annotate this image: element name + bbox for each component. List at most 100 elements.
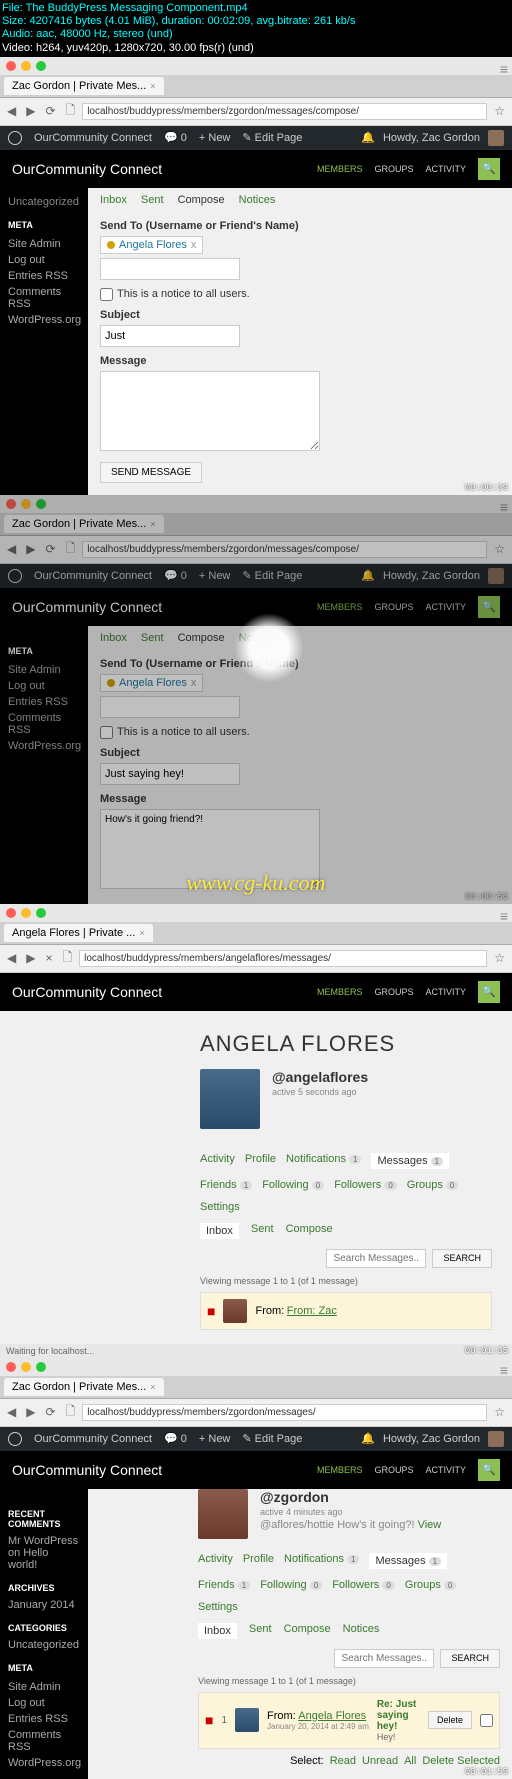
- profile-avatar[interactable]: [200, 1069, 260, 1129]
- sidebar-item[interactable]: WordPress.org: [8, 1755, 80, 1771]
- send-button[interactable]: SEND MESSAGE: [100, 462, 202, 483]
- pnav-following[interactable]: Following 0: [260, 1579, 322, 1591]
- bookmark-icon[interactable]: ☆: [491, 1405, 508, 1419]
- new-link[interactable]: + New: [199, 132, 231, 144]
- howdy[interactable]: Howdy, Zac Gordon: [383, 1433, 480, 1445]
- pnav-following[interactable]: Following 0: [262, 1179, 324, 1191]
- search-icon[interactable]: 🔍: [478, 596, 500, 618]
- message-textarea[interactable]: How's it going friend?!: [100, 809, 320, 889]
- pnav-messages[interactable]: Messages 1: [371, 1153, 449, 1169]
- maximize-window[interactable]: [36, 1362, 46, 1372]
- select-unread[interactable]: Unread: [362, 1755, 398, 1767]
- nav-groups[interactable]: GROUPS: [374, 602, 413, 612]
- forward-button[interactable]: ▶: [23, 104, 38, 118]
- minimize-window[interactable]: [21, 61, 31, 71]
- tab-compose[interactable]: Compose: [284, 1623, 331, 1639]
- site-link[interactable]: OurCommunity Connect: [34, 570, 152, 582]
- howdy[interactable]: Howdy, Zac Gordon: [383, 570, 480, 582]
- menu-icon[interactable]: ≡: [500, 908, 508, 924]
- nav-activity[interactable]: ACTIVITY: [425, 164, 466, 174]
- recent-comment[interactable]: Mr WordPress on Hello world!: [8, 1535, 80, 1571]
- site-title[interactable]: OurCommunity Connect: [12, 1462, 162, 1478]
- nav-members[interactable]: MEMBERS: [317, 164, 363, 174]
- pnav-settings[interactable]: Settings: [198, 1601, 238, 1613]
- tab-notices[interactable]: Notices: [239, 632, 276, 644]
- back-button[interactable]: ◀: [4, 951, 19, 965]
- forward-button[interactable]: ▶: [23, 951, 38, 965]
- tab-compose[interactable]: Compose: [178, 632, 225, 644]
- pnav-notifications[interactable]: Notifications 1: [286, 1153, 361, 1169]
- pnav-groups[interactable]: Groups 0: [405, 1579, 457, 1591]
- select-read[interactable]: Read: [330, 1755, 356, 1767]
- browser-tab[interactable]: Zac Gordon | Private Mes... ×: [4, 515, 164, 533]
- reload-button[interactable]: ⟳: [42, 104, 58, 118]
- message-row[interactable]: ■ 1 From: Angela Flores January 20, 2014…: [198, 1692, 500, 1749]
- select-checkbox[interactable]: [480, 1714, 493, 1727]
- sidebar-item[interactable]: Site Admin: [8, 1679, 80, 1695]
- pnav-friends[interactable]: Friends 1: [198, 1579, 250, 1591]
- site-title[interactable]: OurCommunity Connect: [12, 599, 162, 615]
- tab-notices[interactable]: Notices: [343, 1623, 380, 1639]
- sidebar-item[interactable]: Uncategorized: [8, 196, 80, 208]
- comments-icon[interactable]: 💬 0: [164, 131, 187, 144]
- edit-page-link[interactable]: ✎ Edit Page: [242, 131, 302, 144]
- wp-logo-icon[interactable]: [8, 569, 22, 583]
- pnav-messages[interactable]: Messages 1: [369, 1553, 447, 1569]
- view-link[interactable]: View: [418, 1519, 442, 1531]
- close-window[interactable]: [6, 499, 16, 509]
- comments-icon[interactable]: 💬 0: [164, 1432, 187, 1445]
- message-subject[interactable]: Re: Just saying hey!: [377, 1699, 420, 1732]
- notif-icon[interactable]: 🔔: [361, 1432, 375, 1445]
- avatar[interactable]: [488, 130, 504, 146]
- search-icon[interactable]: 🔍: [478, 981, 500, 1003]
- tab-inbox[interactable]: Inbox: [198, 1623, 237, 1639]
- site-link[interactable]: OurCommunity Connect: [34, 1433, 152, 1445]
- subject-input[interactable]: [100, 763, 240, 785]
- sidebar-item[interactable]: Site Admin: [8, 662, 80, 678]
- minimize-window[interactable]: [21, 499, 31, 509]
- pnav-activity[interactable]: Activity: [200, 1153, 235, 1169]
- pnav-followers[interactable]: Followers 0: [332, 1579, 395, 1591]
- sidebar-item[interactable]: Comments RSS: [8, 284, 80, 312]
- pnav-groups[interactable]: Groups 0: [407, 1179, 459, 1191]
- message-textarea[interactable]: [100, 371, 320, 451]
- new-link[interactable]: + New: [199, 570, 231, 582]
- nav-activity[interactable]: ACTIVITY: [425, 987, 466, 997]
- forward-button[interactable]: ▶: [23, 1405, 38, 1419]
- recipient-chip[interactable]: Angela Flores x: [100, 236, 203, 254]
- recipient-input[interactable]: [100, 258, 240, 280]
- menu-icon[interactable]: ≡: [500, 499, 508, 515]
- pnav-profile[interactable]: Profile: [243, 1553, 274, 1569]
- minimize-window[interactable]: [21, 1362, 31, 1372]
- wp-logo-icon[interactable]: [8, 131, 22, 145]
- search-button[interactable]: SEARCH: [432, 1249, 492, 1268]
- select-all[interactable]: All: [404, 1755, 416, 1767]
- sidebar-item[interactable]: Log out: [8, 252, 80, 268]
- recipient-input[interactable]: [100, 696, 240, 718]
- tab-inbox[interactable]: Inbox: [100, 194, 127, 206]
- site-title[interactable]: OurCommunity Connect: [12, 984, 162, 1000]
- nav-members[interactable]: MEMBERS: [317, 987, 363, 997]
- nav-members[interactable]: MEMBERS: [317, 1465, 363, 1475]
- back-button[interactable]: ◀: [4, 104, 19, 118]
- sidebar-item[interactable]: Log out: [8, 678, 80, 694]
- reload-button[interactable]: ⟳: [42, 542, 58, 556]
- close-window[interactable]: [6, 1362, 16, 1372]
- remove-recipient-icon[interactable]: x: [191, 677, 197, 689]
- close-tab-icon[interactable]: ×: [150, 519, 155, 529]
- tab-sent[interactable]: Sent: [141, 632, 164, 644]
- nav-groups[interactable]: GROUPS: [374, 987, 413, 997]
- maximize-window[interactable]: [36, 61, 46, 71]
- remove-recipient-icon[interactable]: x: [191, 239, 197, 251]
- browser-tab[interactable]: Zac Gordon | Private Mes... ×: [4, 77, 164, 95]
- subject-input[interactable]: [100, 325, 240, 347]
- pnav-notifications[interactable]: Notifications 1: [284, 1553, 359, 1569]
- profile-avatar[interactable]: [198, 1489, 248, 1539]
- sidebar-item[interactable]: Entries RSS: [8, 1711, 80, 1727]
- notif-icon[interactable]: 🔔: [361, 131, 375, 144]
- search-icon[interactable]: 🔍: [478, 1459, 500, 1481]
- edit-page-link[interactable]: ✎ Edit Page: [242, 569, 302, 582]
- menu-icon[interactable]: ≡: [500, 1362, 508, 1378]
- delete-button[interactable]: Delete: [428, 1711, 472, 1729]
- pnav-profile[interactable]: Profile: [245, 1153, 276, 1169]
